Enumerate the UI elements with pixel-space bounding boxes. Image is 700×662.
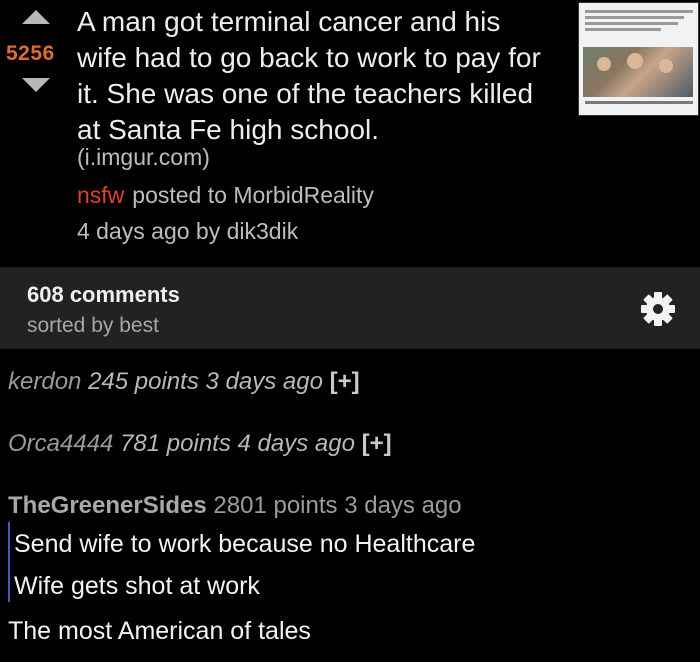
comment-quote-line: Wife gets shot at work: [14, 572, 260, 600]
sort-selector[interactable]: sorted by best: [27, 314, 159, 338]
comment-username[interactable]: TheGreenerSides: [8, 492, 207, 519]
collapsed-comment[interactable]: Orca4444 781 points 4 days ago [+]: [8, 430, 392, 458]
comment-username[interactable]: kerdon: [8, 368, 81, 395]
comment-points: 781 points: [120, 430, 231, 457]
gear-icon[interactable]: [638, 289, 678, 329]
comment-points: 2801 points: [213, 492, 338, 519]
posted-to-text[interactable]: posted to MorbidReality: [132, 182, 374, 208]
post-header: 5256 A man got terminal cancer and his w…: [0, 0, 700, 267]
expand-button[interactable]: [+]: [362, 430, 392, 457]
quote-bar: [8, 522, 10, 602]
collapsed-comment[interactable]: kerdon 245 points 3 days ago [+]: [8, 368, 360, 396]
post-subreddit-line: nsfw posted to MorbidReality: [77, 182, 374, 209]
post-time-author[interactable]: 4 days ago by dik3dik: [77, 218, 298, 245]
comment-header: TheGreenerSides 2801 points 3 days ago: [8, 492, 462, 520]
upvote-arrow-icon[interactable]: [22, 10, 50, 24]
thumbnail-face: [597, 57, 611, 71]
post-score: 5256: [6, 42, 55, 65]
comment-time: 3 days ago: [344, 492, 462, 519]
comment-time: 4 days ago: [237, 430, 355, 457]
nsfw-tag: nsfw: [77, 182, 125, 208]
comment-body: The most American of tales: [8, 617, 311, 645]
post-title[interactable]: A man got terminal cancer and his wife h…: [77, 4, 557, 148]
comment-time: 3 days ago: [205, 368, 323, 395]
comment-quote-line: Send wife to work because no Healthcare: [14, 530, 476, 558]
thumbnail-face: [659, 59, 673, 73]
comment-points: 245 points: [88, 368, 199, 395]
post-domain[interactable]: (i.imgur.com): [77, 144, 210, 171]
thumbnail-caption: [585, 101, 693, 104]
thumbnail-face: [627, 53, 643, 69]
comment-count: 608 comments: [27, 282, 180, 307]
post-thumbnail[interactable]: [578, 2, 699, 116]
vote-column: 5256: [0, 0, 76, 120]
comment-username[interactable]: Orca4444: [8, 430, 113, 457]
downvote-arrow-icon[interactable]: [22, 78, 50, 92]
thumbnail-text-lines: [585, 7, 693, 34]
expand-button[interactable]: [+]: [330, 368, 360, 395]
gear-icon-svg: [641, 292, 675, 326]
